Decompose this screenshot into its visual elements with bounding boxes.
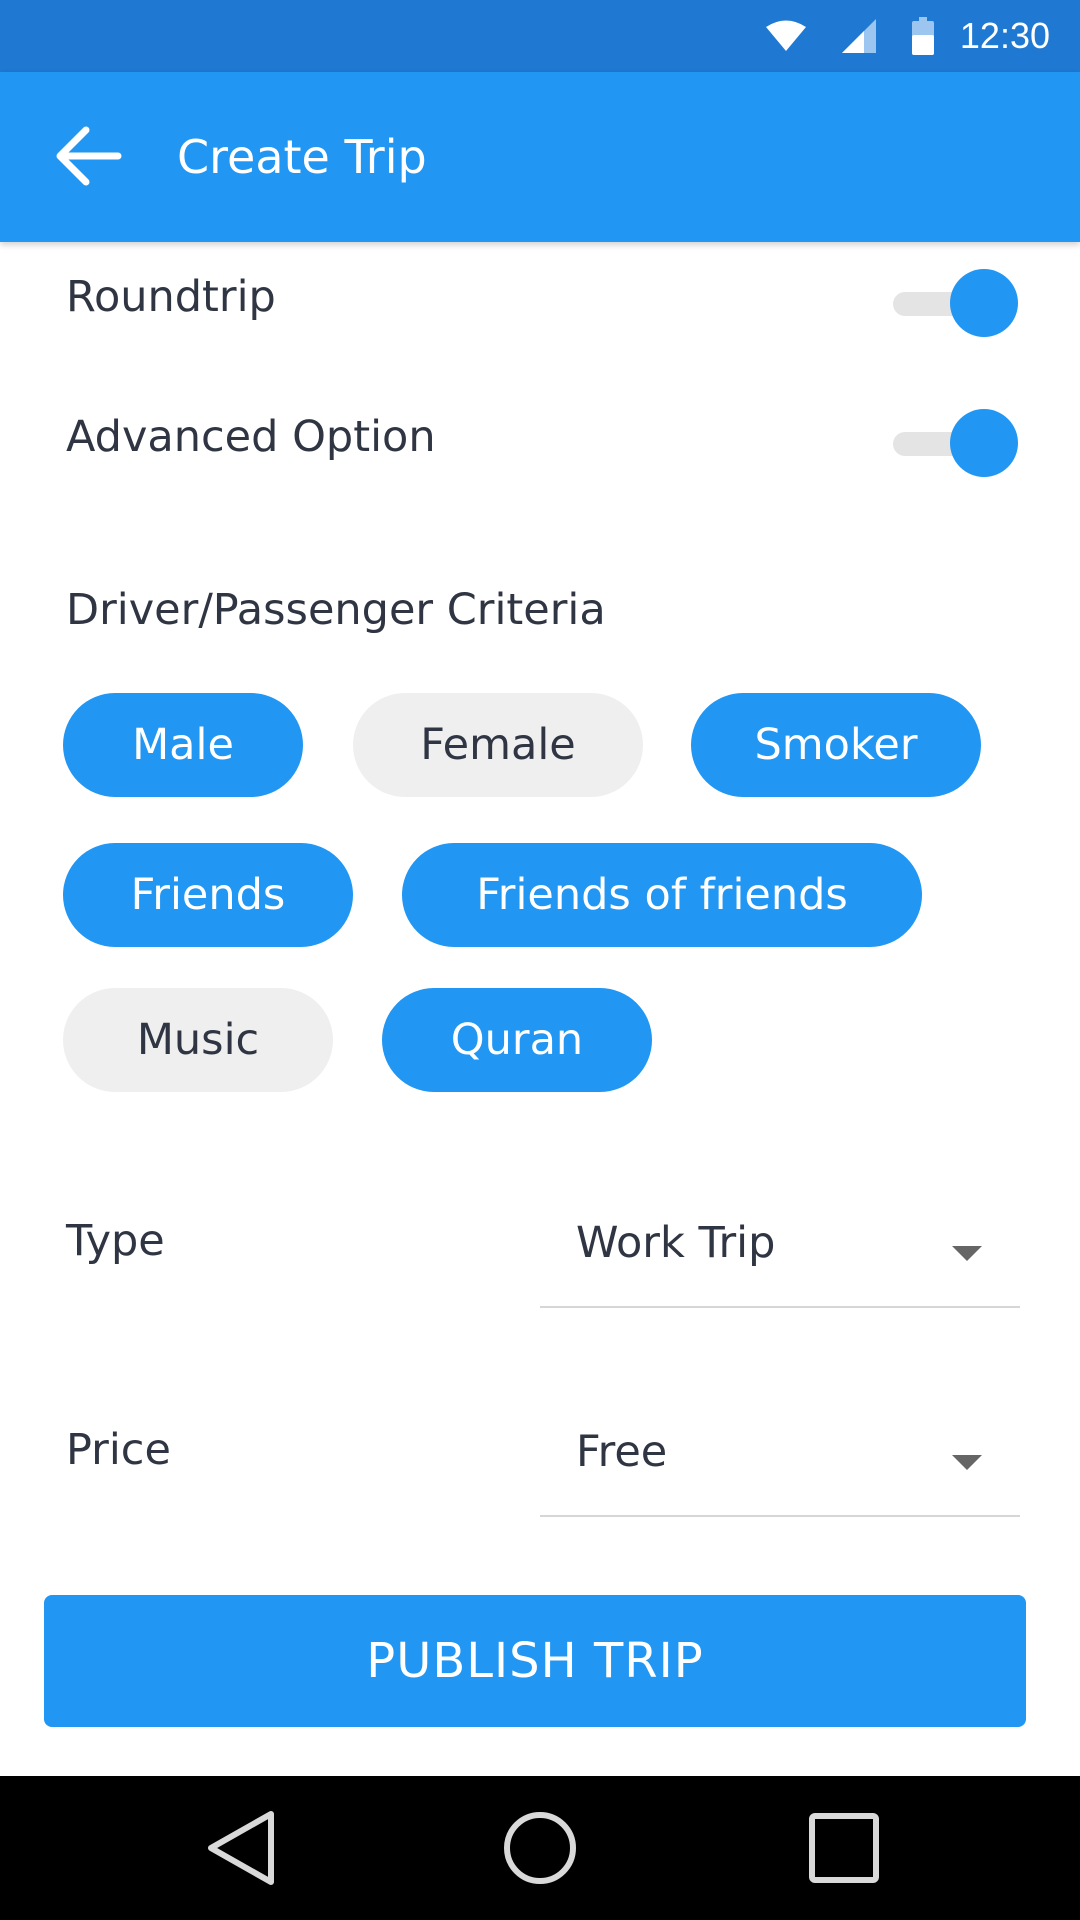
type-label: Type <box>66 1216 165 1266</box>
type-select[interactable]: Work Trip <box>540 1218 1020 1308</box>
arrow-back-icon[interactable] <box>52 124 122 188</box>
chip-friends-of-friends[interactable]: Friends of friends <box>402 843 922 947</box>
dropdown-arrow-icon <box>952 1455 982 1470</box>
nav-home-icon[interactable] <box>495 1808 585 1888</box>
wifi-icon <box>765 20 806 51</box>
signal-icon <box>841 19 876 53</box>
advanced-option-toggle[interactable] <box>890 409 1020 479</box>
chip-music[interactable]: Music <box>63 988 333 1092</box>
app-bar: Create Trip <box>0 72 1080 242</box>
nav-back-icon[interactable] <box>195 1808 285 1888</box>
chip-smoker[interactable]: Smoker <box>691 693 981 797</box>
price-label: Price <box>66 1425 171 1475</box>
status-icons: 12:30 <box>730 0 1050 72</box>
battery-icon <box>911 17 934 55</box>
page-title: Create Trip <box>177 130 427 184</box>
price-select[interactable]: Free <box>540 1427 1020 1517</box>
toggle-thumb <box>950 269 1018 337</box>
status-bar: 12:30 <box>0 0 1080 72</box>
chip-female[interactable]: Female <box>353 693 643 797</box>
roundtrip-toggle[interactable] <box>890 269 1020 339</box>
chip-male[interactable]: Male <box>63 693 303 797</box>
navigation-bar <box>0 1776 1080 1920</box>
nav-recents-icon[interactable] <box>799 1808 889 1888</box>
price-value: Free <box>576 1427 668 1477</box>
criteria-title: Driver/Passenger Criteria <box>66 585 606 635</box>
publish-trip-button[interactable]: PUBLISH TRIP <box>44 1595 1026 1727</box>
chip-friends[interactable]: Friends <box>63 843 353 947</box>
roundtrip-label: Roundtrip <box>66 272 276 322</box>
advanced-option-label: Advanced Option <box>66 412 436 462</box>
type-value: Work Trip <box>576 1218 776 1268</box>
status-time: 12:30 <box>959 15 1050 56</box>
dropdown-arrow-icon <box>952 1246 982 1261</box>
chip-quran[interactable]: Quran <box>382 988 652 1092</box>
toggle-thumb <box>950 409 1018 477</box>
